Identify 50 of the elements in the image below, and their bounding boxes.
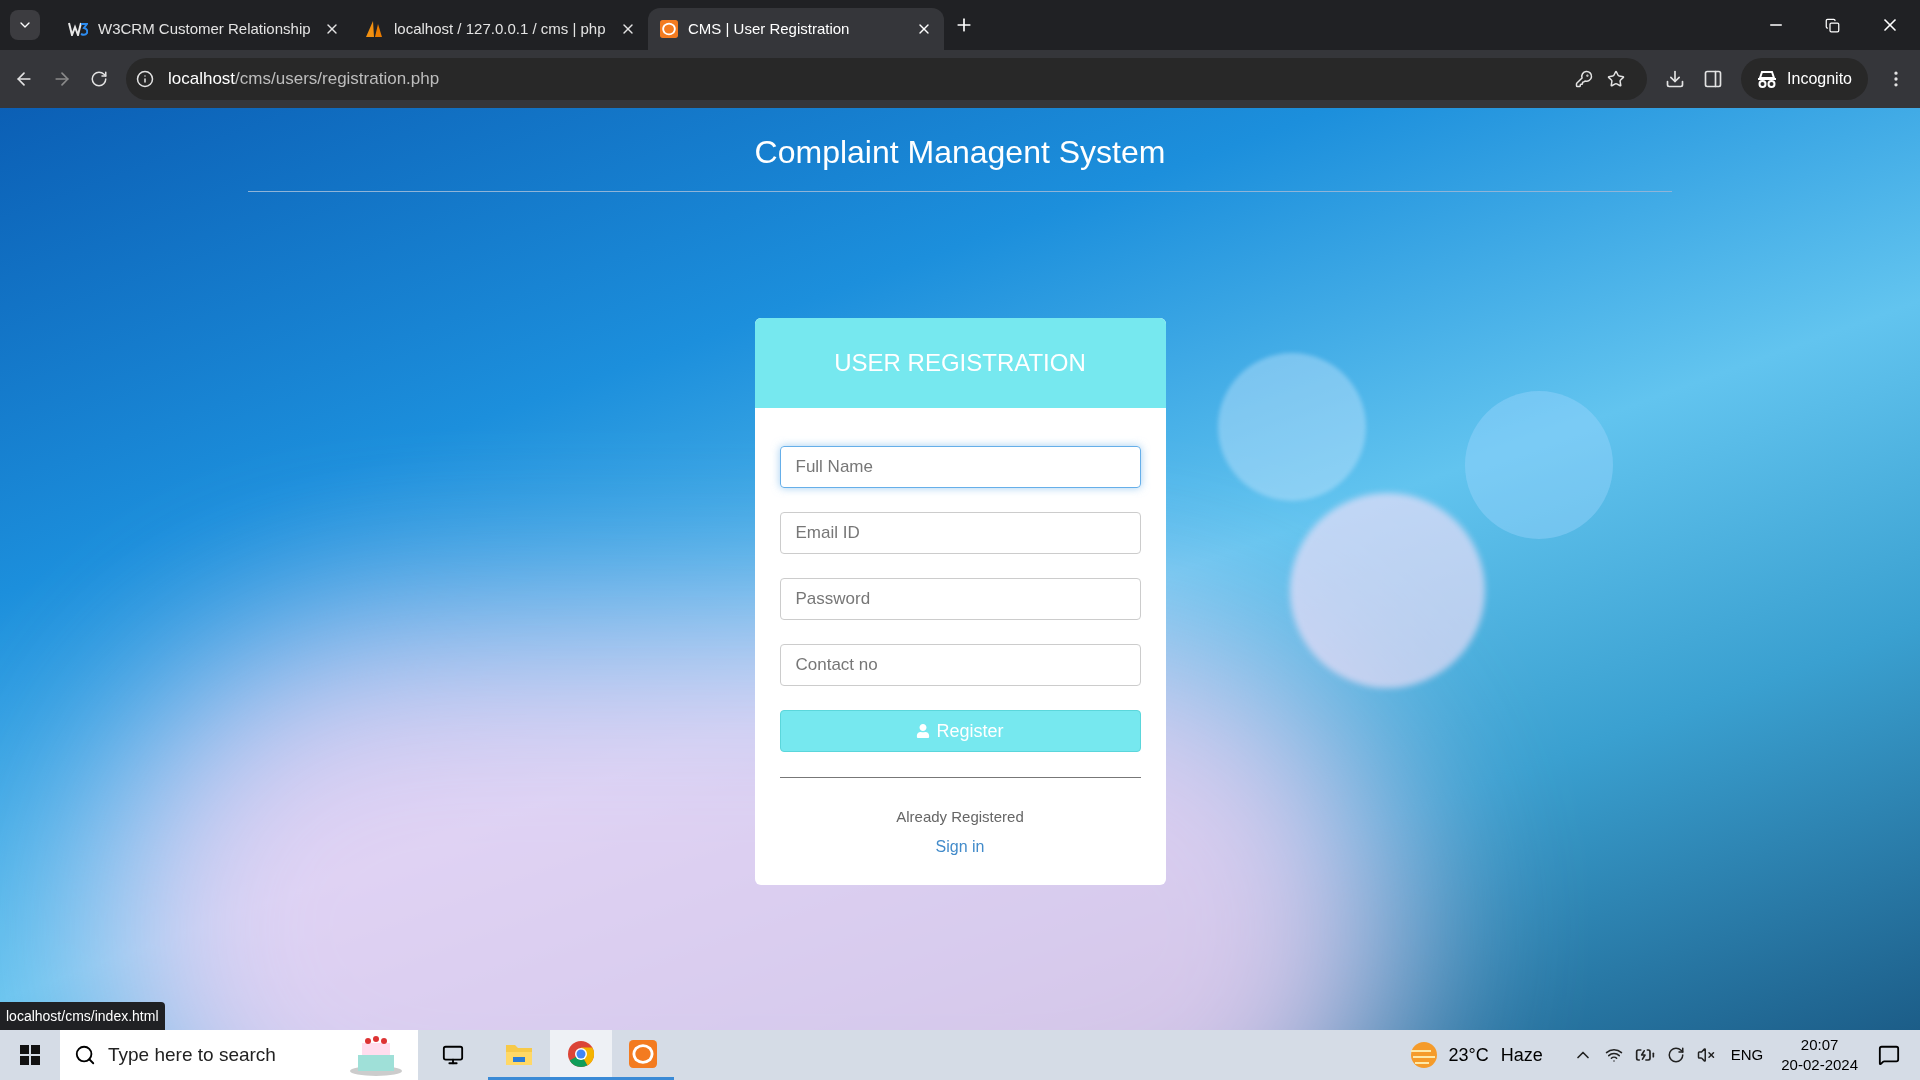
input-field[interactable]: Email ID bbox=[779, 512, 1141, 554]
taskbar-app[interactable] bbox=[550, 1030, 612, 1080]
taskbar-search-field[interactable]: Type here to search bbox=[60, 1030, 418, 1080]
weather-temperature: 23°C bbox=[1448, 1043, 1489, 1067]
star-icon[interactable] bbox=[1607, 70, 1626, 88]
xampp-logo-icon bbox=[660, 20, 678, 38]
url-text: localhost/cms/users/registration.php bbox=[168, 68, 441, 91]
language-indicator[interactable]: ENG bbox=[1730, 1043, 1764, 1067]
side-panel-icon[interactable] bbox=[1703, 69, 1724, 89]
w3-logo-icon bbox=[68, 22, 88, 36]
page-title: Complaint Managent System bbox=[754, 133, 1166, 172]
tab-title: W3CRM Customer Relationship bbox=[98, 18, 312, 39]
download-icon[interactable] bbox=[1665, 69, 1686, 89]
incognito-badge[interactable]: Incognito bbox=[1741, 58, 1868, 100]
browser-logo-icon bbox=[567, 1039, 595, 1068]
cake-icon bbox=[348, 1033, 404, 1077]
windows-logo-icon[interactable] bbox=[20, 1045, 40, 1065]
key-icon[interactable] bbox=[1575, 70, 1594, 88]
tab-title: CMS | User Registration bbox=[688, 18, 851, 39]
address-field[interactable]: localhost/cms/users/registration.php bbox=[126, 58, 1648, 100]
task-view-icon[interactable] bbox=[442, 1044, 464, 1066]
card-heading: USER REGISTRATION bbox=[834, 348, 1086, 378]
weather-haze-icon bbox=[1408, 1041, 1439, 1069]
search-icon bbox=[74, 1044, 96, 1066]
already-registered-text: Already Registered bbox=[896, 807, 1024, 827]
weather-condition: Haze bbox=[1500, 1043, 1543, 1067]
browser-tab[interactable]: localhost / 127.0.0.1 / cms | php bbox=[352, 8, 648, 50]
tab-list-button[interactable] bbox=[10, 10, 40, 40]
browser-tab[interactable]: CMS | User Registration bbox=[648, 8, 944, 50]
clock-date[interactable]: 20-02-2024 bbox=[1781, 1055, 1858, 1075]
wifi-icon[interactable] bbox=[1604, 1046, 1623, 1064]
incognito-icon bbox=[1757, 70, 1778, 88]
clock-time[interactable]: 20:07 bbox=[1800, 1035, 1839, 1055]
browser-tab[interactable]: W3CRM Customer Relationship bbox=[56, 8, 352, 50]
sync-icon[interactable] bbox=[1666, 1046, 1685, 1064]
user-icon bbox=[916, 724, 931, 738]
sign-in-link[interactable]: Sign in bbox=[935, 834, 985, 859]
sail-logo-icon bbox=[364, 20, 384, 38]
restore-icon[interactable] bbox=[1825, 17, 1840, 33]
tab-title: localhost / 127.0.0.1 / cms | php bbox=[394, 18, 607, 39]
input-field[interactable]: Password bbox=[779, 578, 1141, 620]
info-icon[interactable] bbox=[136, 70, 154, 88]
input-field[interactable]: Full Name bbox=[779, 446, 1141, 488]
reload-icon[interactable] bbox=[90, 70, 108, 88]
input-field[interactable]: Contact no bbox=[779, 644, 1141, 686]
notification-icon[interactable] bbox=[1878, 1044, 1900, 1066]
status-url-tooltip: localhost/cms/index.html bbox=[0, 1002, 165, 1030]
search-placeholder: Type here to search bbox=[108, 1042, 277, 1067]
muted-speaker-icon[interactable] bbox=[1696, 1046, 1715, 1064]
xampp-logo-icon bbox=[629, 1039, 657, 1068]
